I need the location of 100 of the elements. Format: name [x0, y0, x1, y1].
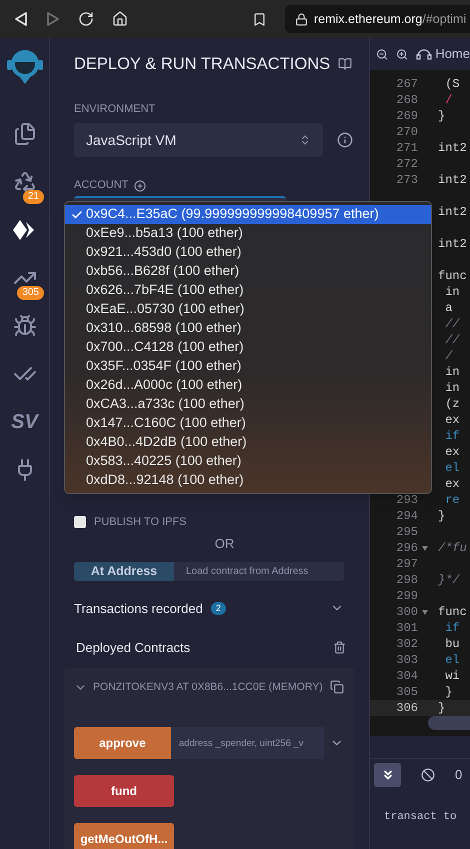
option-label: 0x35F...0354F (100 ether)	[86, 357, 242, 376]
code-text: ex	[444, 412, 460, 428]
code-text: func	[438, 268, 467, 284]
code-text: wi	[444, 668, 460, 684]
code-text: }	[438, 508, 446, 524]
pending-count: 0	[455, 766, 462, 784]
publish-label: PUBLISH TO IPFS	[94, 514, 187, 530]
line-number: 269	[396, 108, 418, 124]
line-number: 297	[396, 556, 418, 572]
option-label: 0x4B0...4D2dB (100 ether)	[86, 433, 247, 452]
account-option[interactable]: 0x26d...A000c (100 ether)	[65, 376, 431, 395]
line-number: 300	[396, 604, 418, 620]
line-number: 303	[396, 652, 418, 668]
line-number: 294	[396, 508, 418, 524]
code-text: a	[444, 300, 452, 316]
account-option[interactable]: 0x921...453d0 (100 ether)	[65, 243, 431, 262]
function-button[interactable]: getMeOutOfH...	[74, 823, 174, 849]
count-badge: 305	[17, 286, 44, 300]
account-option[interactable]: 0xb56...B628f (100 ether)	[65, 262, 431, 281]
environment-label: ENVIRONMENT	[74, 102, 156, 117]
sv-icon[interactable]: SV	[11, 412, 38, 432]
address-bar[interactable]: remix.ethereum.org/#optimi	[285, 5, 470, 33]
code-text: func	[438, 604, 467, 620]
code-text: ex	[444, 476, 460, 492]
function-button[interactable]: approve	[74, 727, 171, 760]
code-text: /*fu	[438, 540, 467, 556]
account-label: ACCOUNT	[74, 178, 128, 194]
option-label: 0x26d...A000c (100 ether)	[86, 376, 242, 394]
line-number: 295	[396, 524, 418, 540]
option-label: 0x147...C160C (100 ether)	[86, 414, 246, 432]
code-text: int2	[438, 204, 467, 220]
code-text: re	[444, 492, 460, 508]
option-label: 0x9C4...E35aC (99.999999999998409957 ether)	[86, 205, 379, 224]
account-option[interactable]: 0x35F...0354F (100 ether)	[65, 357, 431, 376]
code-text: bu	[444, 636, 460, 652]
code-text: int2	[438, 236, 467, 252]
code-text: }	[438, 108, 446, 124]
account-option[interactable]: 0x147...C160C (100 ether)	[65, 414, 431, 433]
code-text: in	[444, 380, 460, 396]
code-text: int2	[438, 172, 467, 188]
account-option[interactable]: 0xEe9...b5a13 (100 ether)	[65, 224, 431, 243]
option-label: 0x626...7bF4E (100 ether)	[86, 281, 244, 300]
panel-title: DEPLOY & RUN TRANSACTIONS	[74, 54, 330, 75]
line-number: 270	[396, 124, 418, 140]
line-number: 301	[396, 620, 418, 636]
address-field[interactable]: Load contract from Address	[174, 562, 344, 580]
code-text: el	[444, 460, 460, 476]
line-number: 299	[396, 588, 418, 604]
code-text: }*/	[438, 572, 460, 588]
contract-title: PONZITOKENV3 AT 0X8B6...1CC0E (MEMORY)	[93, 680, 323, 694]
code-text: if	[444, 620, 460, 636]
line-number: 296	[396, 540, 418, 556]
account-option[interactable]: 0x4B0...4D2dB (100 ether)	[65, 433, 431, 452]
option-label: 0x310...68598 (100 ether)	[86, 319, 242, 338]
line-number: 293	[396, 492, 418, 508]
environment-select[interactable]: JavaScript VM	[74, 123, 323, 158]
code-text: }	[444, 684, 452, 700]
deployed-contracts-label: Deployed Contracts	[76, 639, 190, 657]
code-text: (z	[444, 396, 460, 412]
code-text: /	[444, 348, 452, 364]
option-label: 0x921...453d0 (100 ether)	[86, 243, 242, 262]
line-number: 305	[396, 684, 418, 700]
account-option[interactable]: 0x583...40225 (100 ether)	[65, 452, 431, 471]
line-number: 272	[396, 156, 418, 172]
code-text: (S	[444, 76, 460, 92]
option-label: 0xEaE...05730 (100 ether)	[86, 300, 244, 318]
code-text: /	[444, 92, 452, 108]
function-button[interactable]: fund	[74, 775, 174, 808]
code-text: //	[444, 316, 460, 332]
line-number: 304	[396, 668, 418, 684]
code-text: }	[438, 700, 446, 716]
account-option[interactable]: 0x9C4...E35aC (99.999999999998409957 ether)	[65, 205, 431, 224]
transactions-label: Transactions recorded	[74, 600, 203, 618]
line-number: 268	[396, 92, 418, 108]
line-number: 298	[396, 572, 418, 588]
account-option[interactable]: 0xCA3...a733c (100 ether)	[65, 395, 431, 414]
code-text: el	[444, 652, 460, 668]
count-badge: 21	[22, 190, 44, 204]
option-label: 0xb56...B628f (100 ether)	[86, 262, 240, 280]
account-option[interactable]: 0xdD8...92148 (100 ether)	[65, 471, 431, 490]
code-text: in	[444, 364, 460, 380]
code-text: //	[444, 332, 460, 348]
account-option[interactable]: 0xEaE...05730 (100 ether)	[65, 300, 431, 319]
account-option[interactable]: 0x626...7bF4E (100 ether)	[65, 281, 431, 300]
code-text: in	[444, 284, 460, 300]
at-address-button[interactable]: At Address	[74, 562, 174, 580]
count-badge: 2	[210, 602, 226, 615]
option-label: 0xdD8...92148 (100 ether)	[86, 471, 244, 490]
code-text: int2	[438, 140, 467, 156]
code-text: ex	[444, 444, 460, 460]
option-label: 0xEe9...b5a13 (100 ether)	[86, 224, 243, 242]
account-option[interactable]: 0x310...68598 (100 ether)	[65, 319, 431, 338]
account-option[interactable]: 0x700...C4128 (100 ether)	[65, 338, 431, 357]
or-label: OR	[214, 535, 234, 554]
line-number: 302	[396, 636, 418, 652]
params-field[interactable]: address _spender, uint256 _v	[170, 727, 324, 760]
option-label: 0x700...C4128 (100 ether)	[86, 338, 244, 356]
line-number: 273	[396, 172, 418, 188]
url-text: remix.ethereum.org/#optimi	[314, 10, 468, 28]
line-number: 306	[396, 700, 418, 716]
